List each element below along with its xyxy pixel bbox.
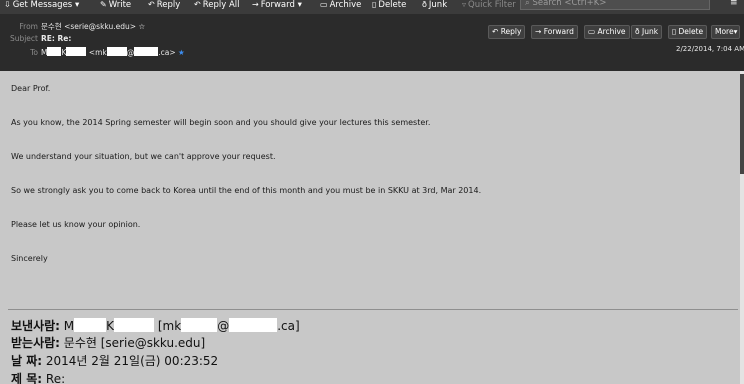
chevron-down-icon: ▾ (733, 27, 738, 36)
quoted-subject: 제 목: Re: (11, 372, 66, 384)
delete-button[interactable]: ▯ Delete (372, 0, 406, 12)
body-paragraph: We understand your situation, but we can… (11, 152, 276, 161)
filter-icon: ▿ (462, 0, 467, 9)
redaction-box (74, 318, 107, 332)
redaction-box (47, 47, 62, 56)
reply-all-icon: ↶ (194, 0, 201, 9)
body-paragraph: As you know, the 2014 Spring semester wi… (11, 118, 431, 127)
quoted-sender: 보낸사람: MK [mk @ .ca] (11, 318, 300, 333)
header-junk-button[interactable]: ð Junk (631, 25, 663, 39)
chevron-down-icon[interactable]: ▾ (298, 0, 302, 10)
scrollbar-thumb[interactable] (740, 74, 744, 174)
quote-divider (8, 309, 738, 310)
from-row: From 문수현 <serie@skku.edu> ☆ (19, 22, 146, 31)
quoted-recipient: 받는사람: 문수현 [serie@skku.edu] (11, 336, 206, 350)
header-reply-button[interactable]: ↶ Reply (488, 25, 526, 39)
pencil-icon: ✎ (100, 0, 107, 9)
reply-icon: ↶ (148, 0, 155, 9)
get-messages-button[interactable]: ⇩ Get Messages ▾ (4, 0, 79, 12)
redaction-box (229, 318, 278, 332)
redaction-box (114, 318, 155, 332)
junk-button[interactable]: ð Junk (422, 0, 447, 12)
reply-all-button[interactable]: ↶ Reply All (194, 0, 239, 12)
app-menu-icon[interactable]: ≡ (730, 0, 738, 8)
to-address[interactable]: MK <mk @ .ca> (41, 47, 176, 57)
body-paragraph: Sincerely (11, 254, 48, 263)
subject-value: RE: Re: (41, 34, 72, 43)
redaction-box (134, 47, 159, 56)
forward-icon: → (252, 0, 259, 9)
header-more-button[interactable]: More▾ (711, 25, 741, 39)
search-icon: ⌕ (525, 0, 530, 8)
flame-icon: ð (422, 0, 427, 9)
message-header: From 문수현 <serie@skku.edu> ☆ Subject RE: Re… (0, 14, 744, 71)
main-toolbar: ⇩ Get Messages ▾ ✎ Write ↶ Reply ↶ Reply All… (0, 0, 744, 14)
archive-button[interactable]: ▭ Archive (320, 0, 361, 12)
to-row: To M K <mk @ .ca> ★ (30, 47, 185, 57)
redaction-box (106, 47, 127, 56)
quick-filter-button[interactable]: ▿ Quick Filter (462, 0, 516, 12)
reply-button[interactable]: ↶ Reply (148, 0, 180, 12)
download-icon: ⇩ (4, 0, 11, 9)
search-input[interactable]: ⌕ Search <Ctrl+K> (520, 0, 710, 10)
body-paragraph: Dear Prof. (11, 84, 51, 93)
header-archive-button[interactable]: ▭ Archive (584, 25, 630, 39)
message-body: Dear Prof. As you know, the 2014 Spring … (0, 71, 740, 384)
header-delete-button[interactable]: ▯ Delete (668, 25, 708, 39)
trash-icon: ▯ (672, 27, 677, 36)
subject-row: Subject RE: Re: (9, 34, 72, 43)
trash-icon: ▯ (372, 0, 377, 9)
forward-icon: → (535, 27, 542, 36)
quoted-date: 날 짜: 2014년 2월 21일(금) 00:23:52 (11, 354, 219, 368)
reply-icon: ↶ (492, 27, 499, 36)
forward-button[interactable]: → Forward ▾ (252, 0, 302, 12)
body-paragraph: So we strongly ask you to come back to K… (11, 186, 482, 195)
message-date: 2/22/2014, 7:04 AM (676, 45, 744, 53)
chevron-down-icon[interactable]: ▾ (75, 0, 79, 10)
header-forward-button[interactable]: → Forward (531, 25, 578, 39)
write-button[interactable]: ✎ Write (100, 0, 131, 12)
archive-icon: ▭ (588, 27, 596, 36)
star-icon[interactable]: ★ (178, 48, 185, 57)
body-paragraph: Please let us know your opinion. (11, 220, 141, 229)
from-address[interactable]: 문수현 <serie@skku.edu> (41, 22, 136, 31)
body-scrollbar[interactable] (740, 71, 744, 384)
star-icon[interactable]: ☆ (138, 22, 145, 31)
flame-icon: ð (635, 27, 640, 36)
redaction-box (66, 47, 87, 56)
redaction-box (181, 318, 218, 332)
archive-icon: ▭ (320, 0, 328, 9)
